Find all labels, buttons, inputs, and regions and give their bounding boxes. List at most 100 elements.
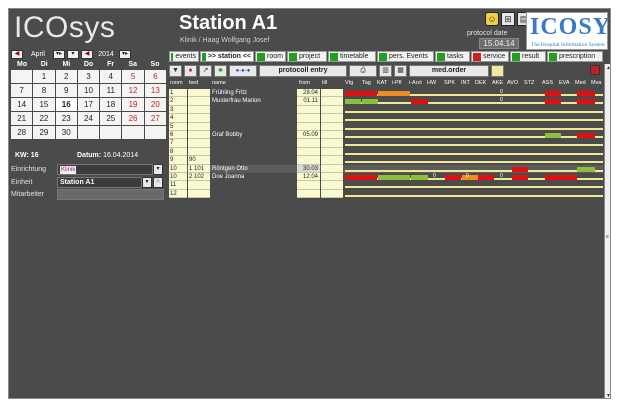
name-cell[interactable]: Graf Bobby [211, 131, 296, 139]
protocol-date-field[interactable]: 15.04.14 [479, 38, 519, 49]
name-cell[interactable] [211, 106, 296, 114]
status-segment[interactable] [577, 91, 595, 96]
table-row[interactable]: 10 2 102 Doe Joanna 12.04 0 0 0 [169, 172, 603, 182]
person-add-icon[interactable]: ♣ [214, 65, 227, 77]
workflow-icon[interactable]: ●-●-● [229, 65, 257, 77]
calendar-day[interactable]: 7 [11, 84, 33, 97]
table-row[interactable]: 7 [169, 139, 603, 148]
table-icon[interactable]: ▥ [379, 65, 392, 77]
table-row[interactable]: 9 90 [169, 156, 603, 165]
status-segment[interactable] [577, 166, 595, 172]
status-segment[interactable] [577, 99, 595, 105]
status-segment[interactable] [478, 174, 494, 180]
tab-events[interactable]: events [169, 51, 199, 62]
einheit-select[interactable]: Station A1 [57, 177, 142, 188]
name-cell[interactable]: Frühling Fritz [211, 89, 296, 97]
smiley-icon[interactable]: ☺ [485, 12, 499, 26]
calendar-day[interactable]: 18 [100, 98, 122, 111]
chart-icon[interactable]: ↗ [199, 65, 212, 77]
calendar-day[interactable]: 19 [122, 98, 144, 111]
calendar-day[interactable]: 16 [55, 98, 77, 111]
status-segment[interactable] [545, 99, 561, 105]
einheit-clear-button[interactable]: ✕ [153, 177, 163, 188]
calendar-day[interactable]: 27 [144, 112, 166, 125]
status-segment[interactable] [545, 132, 561, 138]
calendar-day[interactable]: 1 [33, 70, 55, 83]
name-cell[interactable]: Doe Joanna [211, 173, 296, 181]
status-segment[interactable] [462, 174, 478, 180]
name-cell[interactable] [211, 148, 296, 156]
table-row[interactable]: 4 [169, 114, 603, 123]
scroll-down-icon[interactable]: ▼ [605, 392, 610, 398]
calendar-day[interactable]: 30 [55, 126, 77, 139]
status-segment[interactable] [362, 99, 378, 105]
month-dropdown[interactable]: ▾▸ [53, 50, 65, 59]
calendar-day[interactable]: 13 [144, 84, 166, 97]
status-segment[interactable] [545, 174, 577, 180]
calendar-day[interactable]: 22 [33, 112, 55, 125]
calendar-day[interactable]: 29 [33, 126, 55, 139]
calendar-day[interactable]: 4 [100, 70, 122, 83]
status-segment[interactable] [378, 174, 394, 180]
tab-persevents[interactable]: pers. Events [377, 51, 434, 62]
tab-station[interactable]: >> station << [200, 51, 254, 62]
status-segment[interactable] [545, 91, 561, 96]
tab-service[interactable]: service [471, 51, 509, 62]
name-cell[interactable]: Röntgen Otto [211, 165, 296, 173]
scroll-thumb[interactable]: ≡ [606, 234, 610, 242]
month-menu-button[interactable]: ▾ [67, 50, 79, 59]
grid-icon[interactable]: ▦ [394, 65, 407, 77]
name-cell[interactable] [211, 139, 296, 147]
calendar-day[interactable]: 8 [33, 84, 55, 97]
calendar-day[interactable]: 21 [11, 112, 33, 125]
table-row[interactable]: 5 [169, 122, 603, 131]
status-segment[interactable] [378, 91, 394, 96]
protocoll-entry-button[interactable]: protocoll entry [259, 65, 347, 77]
table-row[interactable]: 2 Musterfrau Marion 01.11 0 [169, 97, 603, 106]
name-cell[interactable] [211, 190, 296, 198]
status-segment[interactable] [445, 174, 461, 180]
next-year-button[interactable]: ▾▸ [119, 50, 131, 59]
name-cell[interactable] [211, 123, 296, 131]
status-segment[interactable] [512, 174, 528, 180]
prev-year-button[interactable]: ◀ [81, 50, 93, 59]
scroll-up-icon[interactable]: ▲ [605, 64, 610, 72]
calendar-day[interactable]: 5 [122, 70, 144, 83]
table-row[interactable]: 8 [169, 147, 603, 157]
prev-month-button[interactable]: ◀ [11, 50, 23, 59]
table-row[interactable]: 10 1 101 Röntgen Otto 30.03 [169, 164, 603, 173]
calendar-day[interactable]: 15 [33, 98, 55, 111]
calendar-day[interactable]: 24 [77, 112, 100, 125]
med-order-button[interactable]: med.order [409, 65, 489, 77]
status-segment[interactable] [512, 166, 528, 172]
status-segment[interactable] [345, 174, 377, 180]
status-segment[interactable] [411, 174, 428, 180]
alert-icon[interactable]: ♠ [184, 65, 197, 77]
table-row[interactable]: 3 [169, 105, 603, 115]
tab-prescription[interactable]: prescription [547, 51, 603, 62]
calendar-day[interactable]: 10 [77, 84, 100, 97]
calendar-day[interactable]: 11 [100, 84, 122, 97]
status-segment[interactable] [345, 91, 377, 96]
print-icon[interactable]: ⎙ [349, 65, 377, 77]
table-row[interactable]: 12 [169, 189, 603, 199]
einrichtung-select[interactable]: Klinik [57, 164, 153, 175]
tab-tasks[interactable]: tasks [435, 51, 470, 62]
calendar-day[interactable]: 17 [77, 98, 100, 111]
calendar-day[interactable]: 6 [144, 70, 166, 83]
calendar-day[interactable]: 14 [11, 98, 33, 111]
vertical-scrollbar[interactable]: ▲ ≡ ▼ [604, 64, 610, 398]
tab-room[interactable]: room [255, 51, 286, 62]
table-row[interactable]: 1 Frühling Fritz 28.04 0 [169, 89, 603, 98]
close-icon[interactable] [590, 65, 600, 75]
status-segment[interactable] [394, 91, 410, 96]
calendar-day[interactable]: 20 [144, 98, 166, 111]
calendar-day[interactable]: 3 [77, 70, 100, 83]
status-segment[interactable] [577, 132, 595, 138]
table-row[interactable]: 11 [169, 181, 603, 190]
calendar-day[interactable]: 23 [55, 112, 77, 125]
mitarbeiter-select[interactable] [57, 189, 164, 200]
name-cell[interactable]: Musterfrau Marion [211, 97, 296, 105]
name-cell[interactable] [211, 114, 296, 122]
tab-timetable[interactable]: timetable [328, 51, 376, 62]
